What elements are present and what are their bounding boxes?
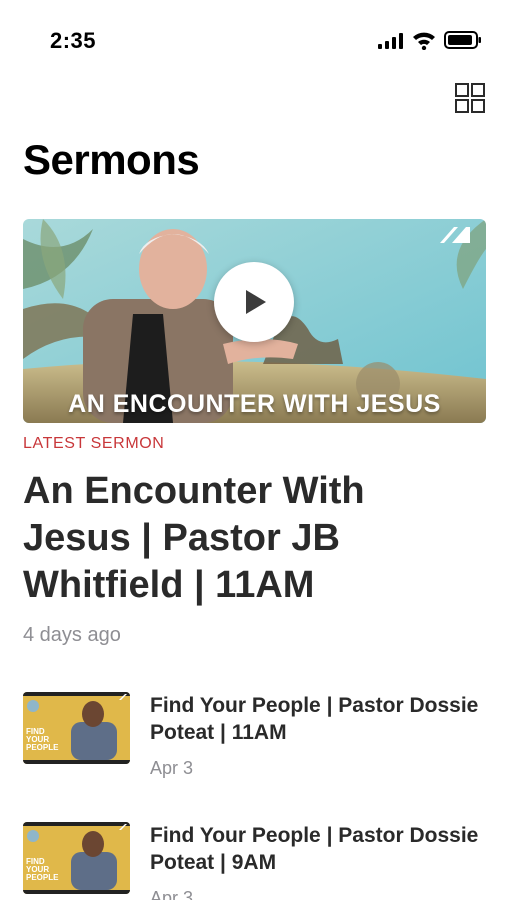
hero-caption: AN ENCOUNTER WITH JESUS xyxy=(68,390,441,418)
thumbnail-text: FIND YOUR PEOPLE xyxy=(26,857,59,882)
grid-view-button[interactable] xyxy=(454,82,486,114)
featured-sermon-date: 4 days ago xyxy=(23,624,121,646)
signal-icon xyxy=(378,33,403,49)
featured-sermon-title[interactable]: An Encounter With Jesus | Pastor JB Whit… xyxy=(23,468,463,609)
sermon-date: Apr 3 xyxy=(150,758,194,778)
wifi-icon xyxy=(413,32,435,50)
sermon-list-item[interactable]: FIND YOUR PEOPLE Find Your People | Past… xyxy=(23,692,486,792)
featured-sermon-image[interactable]: AN ENCOUNTER WITH JESUS xyxy=(23,219,486,423)
sermon-title: Find Your People | Pastor Dossie Poteat … xyxy=(150,694,479,744)
grid-view-icon xyxy=(455,83,485,113)
sermon-list-item[interactable]: FIND YOUR PEOPLE Find Your People | Past… xyxy=(23,822,486,900)
page-title: Sermons xyxy=(23,136,200,183)
status-bar: 2:35 xyxy=(0,0,507,72)
battery-icon xyxy=(444,31,481,49)
sermon-thumbnail: FIND YOUR PEOPLE xyxy=(23,692,130,764)
channel-logo-icon xyxy=(440,227,470,243)
latest-sermon-label: LATEST SERMON xyxy=(23,435,165,452)
sermon-thumbnail: FIND YOUR PEOPLE xyxy=(23,822,130,894)
status-time: 2:35 xyxy=(50,28,97,53)
thumbnail-text: FIND YOUR PEOPLE xyxy=(26,727,59,752)
sermon-date: Apr 3 xyxy=(150,888,194,900)
play-button[interactable] xyxy=(214,262,294,342)
sermon-title: Find Your People | Pastor Dossie Poteat … xyxy=(150,824,479,874)
play-icon xyxy=(246,290,266,314)
